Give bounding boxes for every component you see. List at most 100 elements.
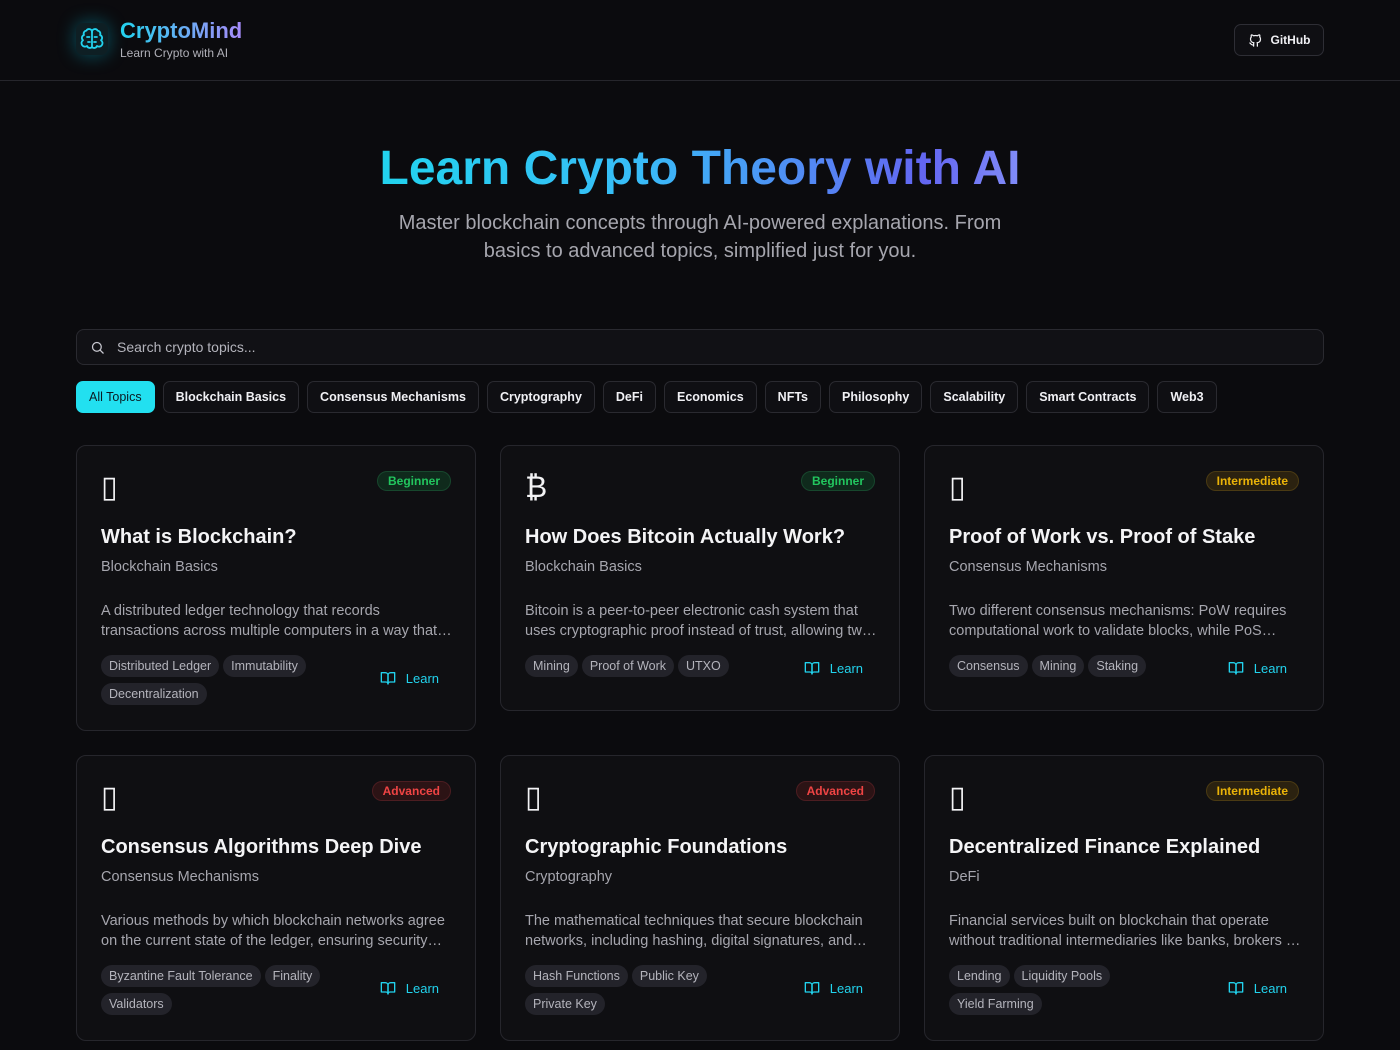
- topic-tag: Lending: [949, 965, 1010, 987]
- topic-tag: Hash Functions: [525, 965, 628, 987]
- topic-tag: Proof of Work: [581, 655, 675, 677]
- topic-card[interactable]: ▯ Advanced Cryptographic Foundations Cry…: [500, 755, 900, 1041]
- difficulty-badge: Advanced: [371, 781, 451, 801]
- card-title: Cryptographic Foundations: [525, 836, 788, 858]
- book-open-icon: [804, 982, 820, 995]
- topic-tag: Liquidity Pools: [1013, 965, 1111, 987]
- tag-list: Distributed Ledger Immutability Decentrali…: [101, 655, 351, 705]
- book-open-icon: [1228, 662, 1244, 675]
- card-title: Consensus Algorithms Deep Dive: [101, 836, 422, 858]
- topic-card[interactable]: ▯ Advanced Consensus Algorithms Deep Div…: [76, 755, 476, 1041]
- search-icon: [77, 340, 117, 355]
- card-category: DeFi: [949, 869, 980, 885]
- search-bar: [76, 329, 1324, 365]
- tag-list: Consensus Mining Staking: [949, 655, 1199, 677]
- filter-chip-economics[interactable]: Economics: [663, 381, 757, 413]
- learn-label: Learn: [829, 980, 863, 996]
- brain-icon: [76, 23, 108, 55]
- book-open-icon: [380, 982, 396, 995]
- topic-icon: ₿: [525, 471, 548, 504]
- brand[interactable]: CryptoMind Learn Crypto with AI: [76, 18, 242, 60]
- card-description: The mathematical techniques that secure …: [525, 913, 863, 949]
- card-description: Two different consensus mechanisms: PoW …: [949, 603, 1287, 639]
- filter-chip-web3[interactable]: Web3: [1157, 381, 1217, 413]
- hero-subtitle: Master blockchain concepts through AI-po…: [398, 212, 1002, 262]
- filter-chip-defi[interactable]: DeFi: [602, 381, 656, 413]
- card-category: Blockchain Basics: [101, 559, 218, 575]
- tag-list: Lending Liquidity Pools Yield Farming: [949, 965, 1199, 1015]
- topic-tag: Yield Farming: [949, 993, 1042, 1015]
- topic-filters: All Topics Blockchain Basics Consensus Mec…: [76, 381, 1217, 413]
- card-description: Financial services built on blockchain t…: [949, 913, 1299, 949]
- filter-chip-philosophy[interactable]: Philosophy: [829, 381, 923, 413]
- learn-label: Learn: [1253, 660, 1287, 676]
- topic-tag: Public Key: [631, 965, 707, 987]
- card-category: Consensus Mechanisms: [949, 559, 1107, 575]
- learn-button[interactable]: Learn: [380, 980, 439, 996]
- tag-list: Hash Functions Public Key Private Key: [525, 965, 775, 1015]
- difficulty-badge: Beginner: [800, 471, 875, 491]
- difficulty-badge: Intermediate: [1205, 471, 1299, 491]
- card-title: Proof of Work vs. Proof of Stake: [949, 526, 1256, 548]
- topic-tag: Byzantine Fault Tolerance: [101, 965, 261, 987]
- tag-list: Byzantine Fault Tolerance Finality Validat…: [101, 965, 351, 1015]
- difficulty-badge: Beginner: [376, 471, 451, 491]
- topic-tag: Private Key: [525, 993, 605, 1015]
- github-button[interactable]: GitHub: [1234, 24, 1324, 56]
- app-header: CryptoMind Learn Crypto with AI GitHub: [0, 0, 1400, 81]
- learn-label: Learn: [829, 660, 863, 676]
- learn-button[interactable]: Learn: [1228, 980, 1287, 996]
- brand-name: CryptoMind: [120, 18, 243, 43]
- topic-card[interactable]: ₿ Beginner How Does Bitcoin Actually Wor…: [500, 445, 900, 711]
- topic-tag: UTXO: [678, 655, 729, 677]
- tag-list: Mining Proof of Work UTXO: [525, 655, 775, 677]
- github-icon: [1248, 33, 1261, 47]
- learn-button[interactable]: Learn: [804, 660, 863, 676]
- difficulty-badge: Intermediate: [1205, 781, 1299, 801]
- learn-button[interactable]: Learn: [380, 670, 439, 686]
- filter-chip-nfts[interactable]: NFTs: [764, 381, 821, 413]
- learn-label: Learn: [405, 980, 439, 996]
- topic-icon: ▯: [101, 781, 118, 814]
- book-open-icon: [1228, 982, 1244, 995]
- topic-tag: Decentralization: [101, 683, 207, 705]
- brand-tagline: Learn Crypto with AI: [120, 46, 229, 60]
- card-category: Consensus Mechanisms: [101, 869, 259, 885]
- filter-chip-cryptography[interactable]: Cryptography: [486, 381, 595, 413]
- topic-card[interactable]: ▯ Intermediate Decentralized Finance Exp…: [924, 755, 1324, 1041]
- card-title: What is Blockchain?: [101, 526, 297, 548]
- card-description: Various methods by which blockchain netw…: [101, 913, 445, 949]
- filter-chip-consensus-mechanisms[interactable]: Consensus Mechanisms: [307, 381, 479, 413]
- learn-label: Learn: [1253, 980, 1287, 996]
- card-title: How Does Bitcoin Actually Work?: [525, 526, 846, 548]
- topic-card[interactable]: ▯ Beginner What is Blockchain? Blockchai…: [76, 445, 476, 731]
- topic-card[interactable]: ▯ Intermediate Proof of Work vs. Proof o…: [924, 445, 1324, 711]
- topic-tag: Staking: [1088, 655, 1147, 677]
- card-description: A distributed ledger technology that rec…: [101, 603, 438, 639]
- filter-chip-blockchain-basics[interactable]: Blockchain Basics: [162, 381, 300, 413]
- topic-icon: ▯: [949, 781, 966, 814]
- card-category: Cryptography: [525, 869, 613, 885]
- topic-tag: Distributed Ledger: [101, 655, 220, 677]
- filter-chip-scalability[interactable]: Scalability: [930, 381, 1019, 413]
- topic-tag: Validators: [101, 993, 172, 1015]
- topic-tag: Finality: [264, 965, 321, 987]
- hero-title: Learn Crypto Theory with AI: [379, 142, 1021, 195]
- github-label: GitHub: [1270, 33, 1311, 47]
- search-input[interactable]: [117, 339, 1323, 355]
- topic-icon: ▯: [101, 471, 118, 504]
- topic-tag: Immutability: [223, 655, 306, 677]
- topic-tag: Consensus: [949, 655, 1028, 677]
- filter-chip-all-topics[interactable]: All Topics: [76, 381, 155, 413]
- learn-button[interactable]: Learn: [1228, 660, 1287, 676]
- card-category: Blockchain Basics: [525, 559, 642, 575]
- topic-tag: Mining: [525, 655, 578, 677]
- topic-icon: ▯: [525, 781, 542, 814]
- learn-label: Learn: [405, 670, 439, 686]
- difficulty-badge: Advanced: [795, 781, 875, 801]
- topic-icon: ▯: [949, 471, 966, 504]
- filter-chip-smart-contracts[interactable]: Smart Contracts: [1026, 381, 1150, 413]
- card-title: Decentralized Finance Explained: [949, 836, 1261, 858]
- learn-button[interactable]: Learn: [804, 980, 863, 996]
- topic-tag: Mining: [1031, 655, 1085, 677]
